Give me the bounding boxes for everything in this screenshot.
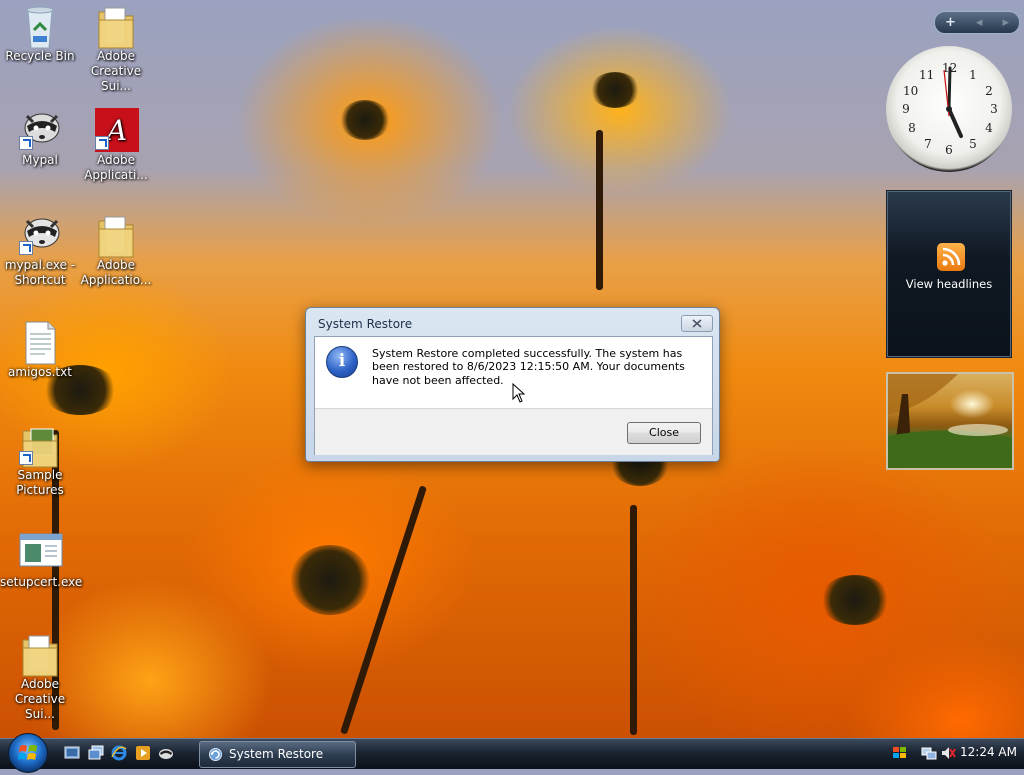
wallpaper-flower-center — [340, 100, 390, 140]
next-gadget-button[interactable]: ▸ — [1002, 15, 1009, 30]
dialog-message: System Restore completed successfully. T… — [372, 347, 685, 387]
taskbar-clock[interactable]: 12:24 AM — [960, 745, 1017, 759]
dialog-button-area: Close — [315, 408, 712, 455]
volume-muted-icon[interactable] — [940, 745, 956, 761]
wallpaper-stem — [339, 485, 428, 735]
sidebar-controls: + ◂ ▸ — [934, 11, 1020, 34]
desktop-icon-mypal[interactable]: Mypal — [0, 108, 80, 168]
shortcut-arrow-icon — [19, 241, 33, 255]
wallpaper-flower-center — [290, 545, 370, 615]
folder-icon — [95, 4, 137, 49]
clock-gadget[interactable]: 12 1 2 3 4 5 6 7 8 9 10 11 — [886, 46, 1012, 172]
mouse-cursor-icon — [512, 383, 526, 403]
system-restore-icon — [209, 748, 222, 761]
desktop-icon-label: Adobe Applicatio... — [80, 258, 152, 287]
mypal-quicklaunch-icon[interactable] — [158, 745, 174, 761]
desktop-icon-label: Sample Pictures — [16, 468, 64, 497]
windows-flag-tray-icon[interactable] — [892, 745, 908, 761]
exe-window-icon — [19, 530, 63, 572]
desktop-icon-label: Adobe Creative Sui... — [14, 677, 66, 721]
dialog-title: System Restore — [318, 317, 413, 331]
shortcut-arrow-icon — [19, 451, 33, 465]
windows-logo-icon — [18, 745, 37, 760]
recycle-bin-icon — [19, 4, 61, 49]
slideshow-image — [888, 374, 1012, 468]
internet-explorer-icon[interactable] — [111, 745, 127, 761]
network-icon[interactable] — [921, 745, 937, 761]
wallpaper-stem — [630, 505, 637, 735]
desktop-icon-adobe-applications[interactable]: A Adobe Applicati... — [76, 108, 156, 183]
desktop-icon-label: Adobe Creative Sui... — [90, 49, 142, 93]
desktop-icon-recycle-bin[interactable]: Recycle Bin — [0, 4, 80, 64]
clock-hands — [943, 66, 963, 138]
rss-icon — [937, 243, 965, 271]
slideshow-gadget[interactable] — [886, 372, 1014, 470]
desktop-icon-label: mypal.exe - Shortcut — [4, 258, 76, 287]
text-file-icon — [19, 320, 61, 365]
desktop-icon-setupcert[interactable]: setupcert.exe — [0, 530, 83, 590]
desktop-icon-adobe-creative-suite-2[interactable]: Adobe Creative Sui... — [0, 632, 80, 722]
info-icon: i — [326, 346, 358, 378]
folder-icon — [19, 632, 61, 677]
folder-icon — [19, 423, 61, 468]
shortcut-arrow-icon — [19, 136, 33, 150]
folder-icon — [95, 213, 137, 258]
adobe-icon: A — [95, 108, 139, 152]
desktop-icon-adobe-creative-suite[interactable]: Adobe Creative Sui... — [76, 4, 156, 94]
taskbar-item-label: System Restore — [229, 747, 324, 761]
desktop-icon-amigos-txt[interactable]: amigos.txt — [0, 320, 80, 380]
taskbar-item-system-restore[interactable]: System Restore — [199, 741, 356, 768]
raccoon-app-icon — [19, 108, 61, 150]
media-player-icon[interactable] — [135, 745, 151, 761]
shortcut-arrow-icon — [95, 136, 109, 150]
wallpaper-flower-center — [820, 575, 890, 625]
desktop-icon-label: setupcert.exe — [0, 575, 83, 589]
desktop-icon-label: Recycle Bin — [5, 49, 75, 63]
close-button[interactable]: Close — [627, 422, 701, 444]
taskbar — [0, 738, 1024, 769]
dialog-close-x-button[interactable] — [681, 315, 713, 332]
desktop-icon-sample-pictures[interactable]: Sample Pictures — [0, 423, 80, 498]
raccoon-app-icon — [19, 213, 61, 255]
wallpaper-stem — [596, 130, 603, 290]
desktop-icon-adobe-applications-folder[interactable]: Adobe Applicatio... — [76, 213, 156, 288]
desktop-icon-label: Mypal — [22, 153, 58, 167]
start-button[interactable] — [8, 733, 48, 773]
desktop-icon-mypal-shortcut[interactable]: mypal.exe - Shortcut — [0, 213, 80, 288]
add-gadget-button[interactable]: + — [945, 15, 956, 30]
desktop-icon-label: amigos.txt — [8, 365, 72, 379]
show-desktop-icon[interactable] — [64, 745, 80, 761]
close-icon — [692, 319, 702, 328]
desktop-icon-label: Adobe Applicati... — [84, 153, 148, 182]
feed-headlines-gadget[interactable]: View headlines — [886, 190, 1012, 358]
feed-label[interactable]: View headlines — [887, 277, 1011, 291]
wallpaper-flower-center — [590, 72, 640, 108]
switch-windows-icon[interactable] — [88, 745, 104, 761]
prev-gadget-button[interactable]: ◂ — [976, 15, 983, 30]
